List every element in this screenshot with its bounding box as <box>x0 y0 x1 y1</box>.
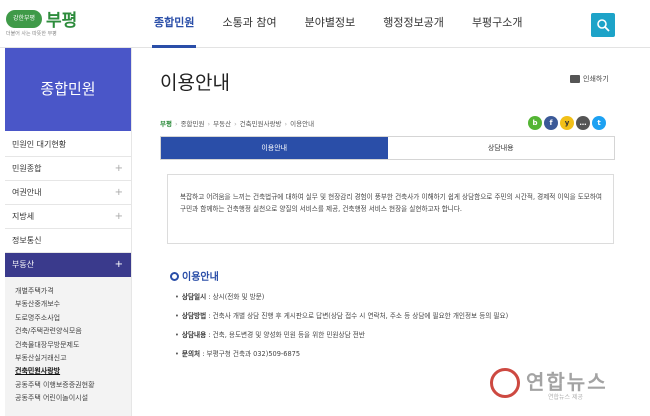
submenu-item[interactable]: 부동산중개보수 <box>15 298 131 311</box>
band-icon[interactable]: … <box>576 116 590 130</box>
logo-badge: 강한부평 <box>6 10 42 28</box>
watermark-logo-icon <box>490 368 520 398</box>
info-label: 상담방법 <box>181 312 207 320</box>
section-title-label: 이용안내 <box>182 272 219 283</box>
submenu-item[interactable]: 개별주택가격 <box>15 285 131 298</box>
sidebar-item-label: 지방세 <box>12 212 35 221</box>
content-tabs: 이용안내 상담내용 <box>160 136 615 160</box>
logo-text: 부평 <box>46 11 78 31</box>
sidebar-item-label: 정보통신 <box>12 236 42 245</box>
sidebar-item-label: 민원종합 <box>12 164 42 173</box>
facebook-icon[interactable]: f <box>544 116 558 130</box>
info-label: 상담일시 <box>181 293 207 301</box>
watermark: 연합뉴스 연합뉴스 제공 <box>490 364 640 408</box>
print-label: 인쇄하기 <box>583 75 609 83</box>
info-item: • 문의처 : 부평구청 건축과 032)509-6875 <box>175 350 301 358</box>
info-text: 건축, 용도변경 및 양성화 민원 등을 위한 민원상담 전반 <box>212 331 365 339</box>
breadcrumb-separator: › <box>174 120 178 128</box>
breadcrumb-separator: › <box>284 120 288 128</box>
plus-icon: + <box>114 187 123 198</box>
sidebar-item-local-tax[interactable]: 지방세 + <box>5 205 131 229</box>
info-text: 건축사 개별 상담 진행 후 게시판으로 답변(상담 접수 시 연락처, 주소 … <box>212 312 509 320</box>
sidebar-menu: 민원인 대기현황 민원종합 + 여권안내 + 지방세 + 정보통신 부동산 + … <box>5 133 131 416</box>
sidebar-item-label: 민원인 대기현황 <box>12 140 67 149</box>
submenu-item[interactable]: 공동주택 어린이놀이시설 <box>15 392 131 405</box>
sidebar-item-telecom[interactable]: 정보통신 <box>5 229 131 253</box>
info-item: • 상담일시 : 상시(전화 및 방문) <box>175 293 265 301</box>
info-item: • 상담내용 : 건축, 용도변경 및 양성화 민원 등을 위한 민원상담 전반 <box>175 331 365 339</box>
sidebar-item-label: 여권안내 <box>12 188 42 197</box>
print-button[interactable]: 인쇄하기 <box>570 74 609 84</box>
nav-communication[interactable]: 소통과 참여 <box>208 0 290 48</box>
submenu-item[interactable]: 부동산실거래신고 <box>15 352 131 365</box>
sidebar-title: 종합민원 <box>5 48 131 131</box>
info-text: 부평구청 건축과 032)509-6875 <box>206 350 301 358</box>
submenu-item[interactable]: 공동주택 이행보증증권현황 <box>15 379 131 392</box>
twitter-icon[interactable]: t <box>592 116 606 130</box>
intro-text: 복잡하고 어려움을 느끼는 건축법규에 대하여 실무 및 현장감리 경험이 풍부… <box>167 174 614 244</box>
bullet-icon: • <box>175 350 179 358</box>
site-logo[interactable]: 강한부평 부평 더불어 사는 따뜻한 부평 <box>6 8 86 38</box>
site-header: 강한부평 부평 더불어 사는 따뜻한 부평 종합민원 소통과 참여 분야별정보 … <box>0 0 650 48</box>
sns-share: b f y … t <box>528 116 606 130</box>
breadcrumb-separator: › <box>234 120 237 128</box>
sidebar-item-label: 부동산 <box>12 260 35 269</box>
search-button[interactable] <box>591 13 615 37</box>
nav-about[interactable]: 부평구소개 <box>458 0 537 48</box>
logo-subtext: 더불어 사는 따뜻한 부평 <box>6 31 57 37</box>
sidebar-item-passport[interactable]: 여권안내 + <box>5 181 131 205</box>
sidebar-item-civil[interactable]: 민원종합 + <box>5 157 131 181</box>
sidebar: 종합민원 민원인 대기현황 민원종합 + 여권안내 + 지방세 + 정보통신 부… <box>0 48 132 416</box>
bullet-icon: • <box>175 312 179 320</box>
breadcrumb-item[interactable]: 건축민원사랑방 <box>240 120 282 128</box>
printer-icon <box>570 75 580 83</box>
submenu-item[interactable]: 건축물대장무방문제도 <box>15 339 131 352</box>
breadcrumb: 부평 › 종합민원 › 부동산 › 건축민원사랑방 › 이용안내 <box>160 118 314 128</box>
tab-consultation[interactable]: 상담내용 <box>387 137 614 159</box>
kakaostory-icon[interactable]: y <box>560 116 574 130</box>
blog-icon[interactable]: b <box>528 116 542 130</box>
nav-field-info[interactable]: 분야별정보 <box>291 0 370 48</box>
info-label: 문의처 <box>181 350 201 358</box>
breadcrumb-item[interactable]: 이용안내 <box>290 120 314 128</box>
nav-admin-info[interactable]: 행정정보공개 <box>369 0 458 48</box>
watermark-subtext: 연합뉴스 제공 <box>548 394 584 401</box>
submenu-item-current[interactable]: 건축민원사랑방 <box>15 365 131 378</box>
info-list: • 상담일시 : 상시(전화 및 방문) • 상담방법 : 건축사 개별 상담 진행… <box>175 288 615 364</box>
info-label: 상담내용 <box>181 331 207 339</box>
breadcrumb-separator: › <box>207 120 211 128</box>
bullet-icon: • <box>175 331 179 339</box>
breadcrumb-home[interactable]: 부평 <box>160 120 172 128</box>
breadcrumb-item[interactable]: 종합민원 <box>181 120 205 128</box>
tab-usage-guide[interactable]: 이용안내 <box>161 137 388 159</box>
plus-icon: + <box>114 211 123 222</box>
breadcrumb-item[interactable]: 부동산 <box>213 120 231 128</box>
watermark-text: 연합뉴스 <box>526 370 608 394</box>
global-nav: 종합민원 소통과 참여 분야별정보 행정정보공개 부평구소개 <box>140 0 537 48</box>
info-item: • 상담방법 : 건축사 개별 상담 진행 후 게시판으로 답변(상담 접수 시 … <box>175 312 509 320</box>
circle-bullet-icon <box>170 272 179 281</box>
plus-icon: + <box>114 163 123 174</box>
page-title: 이용안내 <box>160 72 230 94</box>
bullet-icon: • <box>175 293 179 301</box>
submenu-item[interactable]: 도로명주소사업 <box>15 312 131 325</box>
search-icon <box>597 19 610 32</box>
plus-icon: + <box>114 259 123 270</box>
info-text: 상시(전화 및 방문) <box>212 293 265 301</box>
submenu-item[interactable]: 건축/주택관련양식모음 <box>15 325 131 338</box>
section-title: 이용안내 <box>170 268 219 283</box>
sidebar-item-waiting[interactable]: 민원인 대기현황 <box>5 133 131 157</box>
sidebar-item-real-estate[interactable]: 부동산 + <box>5 253 131 277</box>
nav-civil-affairs[interactable]: 종합민원 <box>140 0 208 48</box>
sidebar-submenu: 개별주택가격 부동산중개보수 도로명주소사업 건축/주택관련양식모음 건축물대장… <box>5 277 131 416</box>
